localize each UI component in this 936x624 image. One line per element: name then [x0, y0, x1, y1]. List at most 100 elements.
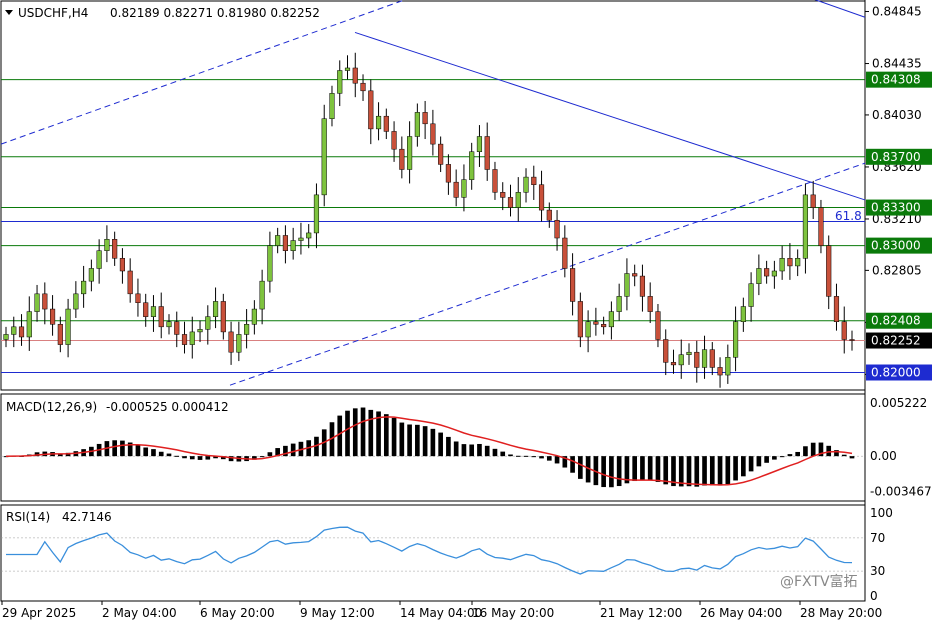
candle-body [732, 321, 739, 358]
candle-body [57, 324, 63, 345]
macd-bar [166, 453, 172, 457]
candle-body [18, 326, 25, 338]
macd-bar [345, 410, 350, 457]
x-tick-label: 6 May 20:00 [200, 606, 275, 620]
candle-body [438, 143, 444, 165]
candle-body [360, 82, 366, 92]
candle-body [670, 362, 677, 366]
candle-body [632, 273, 638, 277]
macd-bar [352, 408, 358, 457]
macd-bar [391, 417, 397, 457]
candle-body [577, 301, 583, 338]
x-tick-label: 14 May 04:00 [400, 606, 482, 620]
candle-body [34, 293, 40, 312]
candle-body [430, 123, 436, 145]
watermark-logo: @FXTV富拓 [780, 573, 858, 590]
candle-body [647, 296, 653, 312]
macd-bar [702, 456, 707, 486]
macd-bar [686, 456, 692, 487]
y-tick-label: 0.84845 [872, 5, 922, 19]
y-tick-label: 0.84435 [872, 57, 922, 71]
candle-body [787, 258, 793, 267]
price-tag-label: 0.83000 [871, 239, 921, 253]
candle-body [585, 321, 591, 338]
candle-body [538, 184, 545, 211]
candle-body [725, 357, 731, 376]
price-tag-label: 0.84308 [871, 73, 921, 87]
macd-bar [484, 445, 490, 457]
candle-body [49, 308, 56, 325]
macd-bar [640, 456, 645, 481]
candle-body [701, 349, 708, 368]
candle-body [352, 67, 358, 84]
candle-body [205, 316, 211, 330]
macd-bar [508, 454, 513, 457]
candle-body [570, 268, 576, 302]
macd-bar [399, 422, 405, 457]
x-tick-label: 21 May 12:00 [600, 606, 682, 620]
candle-body [375, 115, 382, 130]
macd-bar [407, 424, 412, 457]
candle-body [608, 311, 614, 328]
macd-bar [733, 456, 738, 481]
macd-bar [415, 424, 420, 457]
candle-body [65, 308, 71, 345]
macd-bar [120, 440, 125, 457]
candle-body [810, 194, 816, 208]
macd-bar [438, 432, 443, 457]
macd-bar [477, 443, 482, 457]
x-tick-label: 16 May 20:00 [472, 606, 554, 620]
macd-bar [189, 456, 195, 460]
candle-body [414, 112, 420, 137]
macd-bar [764, 456, 769, 463]
macd-bar [112, 440, 117, 457]
candle-body [523, 176, 529, 193]
macd-bar [267, 452, 273, 457]
macd-bar [492, 448, 498, 457]
candle-body [686, 351, 692, 355]
candle-body [756, 268, 762, 284]
candle-body [150, 306, 157, 317]
macd-tick-label: -0.003467 [870, 485, 932, 499]
macd-bar [500, 451, 506, 457]
candle-body [251, 308, 257, 325]
macd-bar [135, 444, 141, 457]
rsi-title: RSI(14) [6, 510, 50, 524]
macd-bar [539, 456, 544, 459]
candle-body [841, 321, 847, 340]
candle-body [313, 194, 320, 234]
candle-body [174, 321, 180, 335]
macd-bar [422, 426, 428, 457]
macd-bar [826, 445, 832, 457]
macd-bar [616, 456, 622, 487]
candle-body [26, 311, 32, 338]
candle-body [531, 176, 537, 185]
candle-body [748, 283, 754, 307]
macd-bar [663, 456, 669, 485]
macd-bar [197, 456, 203, 460]
x-tick-label: 26 May 04:00 [700, 606, 782, 620]
symbol-timeframe: USDCHF,H4 [18, 6, 88, 20]
macd-bar [531, 456, 537, 458]
macd-bar [430, 428, 436, 457]
macd-bar [453, 441, 459, 457]
macd-bar [678, 456, 684, 487]
candle-body [181, 334, 188, 345]
x-tick-label: 2 May 04:00 [102, 606, 177, 620]
candle-body [3, 334, 9, 340]
macd-bar [601, 456, 606, 488]
candle-body [492, 169, 498, 193]
macd-bar [841, 454, 847, 457]
chart-svg: 0.005222 0.00 -0.003467 100 70 30 0 0.84845 0.… [0, 0, 932, 620]
candle-body [818, 207, 824, 246]
candle-body [624, 273, 630, 297]
macd-bar [655, 456, 661, 482]
candle-body [655, 311, 661, 340]
candle-body [344, 67, 351, 71]
candle-body [96, 250, 102, 269]
macd-tick-label: 0.005222 [870, 396, 927, 410]
candle-body [663, 339, 669, 363]
chart-window: 0.005222 0.00 -0.003467 100 70 30 0 0.84845 0.… [0, 0, 936, 624]
candle-body [833, 296, 840, 323]
macd-bar [772, 456, 777, 460]
